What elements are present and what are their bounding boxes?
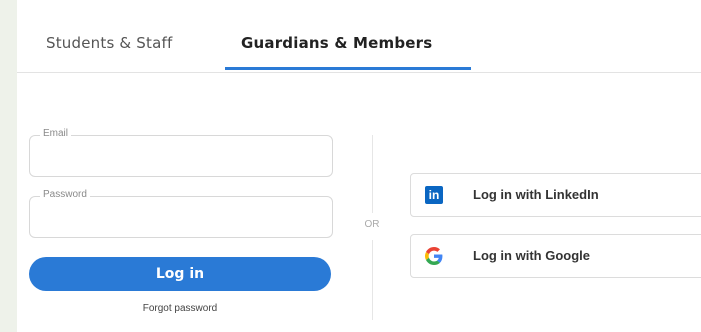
active-tab-indicator <box>225 67 471 70</box>
linkedin-login-label: Log in with LinkedIn <box>473 187 599 202</box>
divider-top <box>372 135 373 213</box>
email-input[interactable] <box>38 148 322 170</box>
password-label: Password <box>40 189 90 200</box>
password-field[interactable]: Password <box>29 189 333 238</box>
linkedin-icon: in <box>425 186 443 204</box>
password-input[interactable] <box>38 209 322 231</box>
google-login-button[interactable]: Log in with Google <box>410 234 701 278</box>
login-button[interactable]: Log in <box>29 257 331 291</box>
google-login-label: Log in with Google <box>473 248 590 263</box>
linkedin-login-button[interactable]: in Log in with LinkedIn <box>410 173 701 217</box>
email-field[interactable]: Email <box>29 128 333 177</box>
login-panel: Students & Staff Guardians & Members Ema… <box>17 0 701 332</box>
email-label: Email <box>40 128 72 139</box>
login-tabs: Students & Staff Guardians & Members <box>17 0 701 73</box>
tab-students-staff[interactable]: Students & Staff <box>46 34 172 52</box>
divider-bottom <box>372 240 373 320</box>
forgot-password-link[interactable]: Forgot password <box>29 303 331 314</box>
or-separator: OR <box>364 219 380 230</box>
google-icon <box>425 247 443 265</box>
tab-guardians-members[interactable]: Guardians & Members <box>241 34 432 52</box>
